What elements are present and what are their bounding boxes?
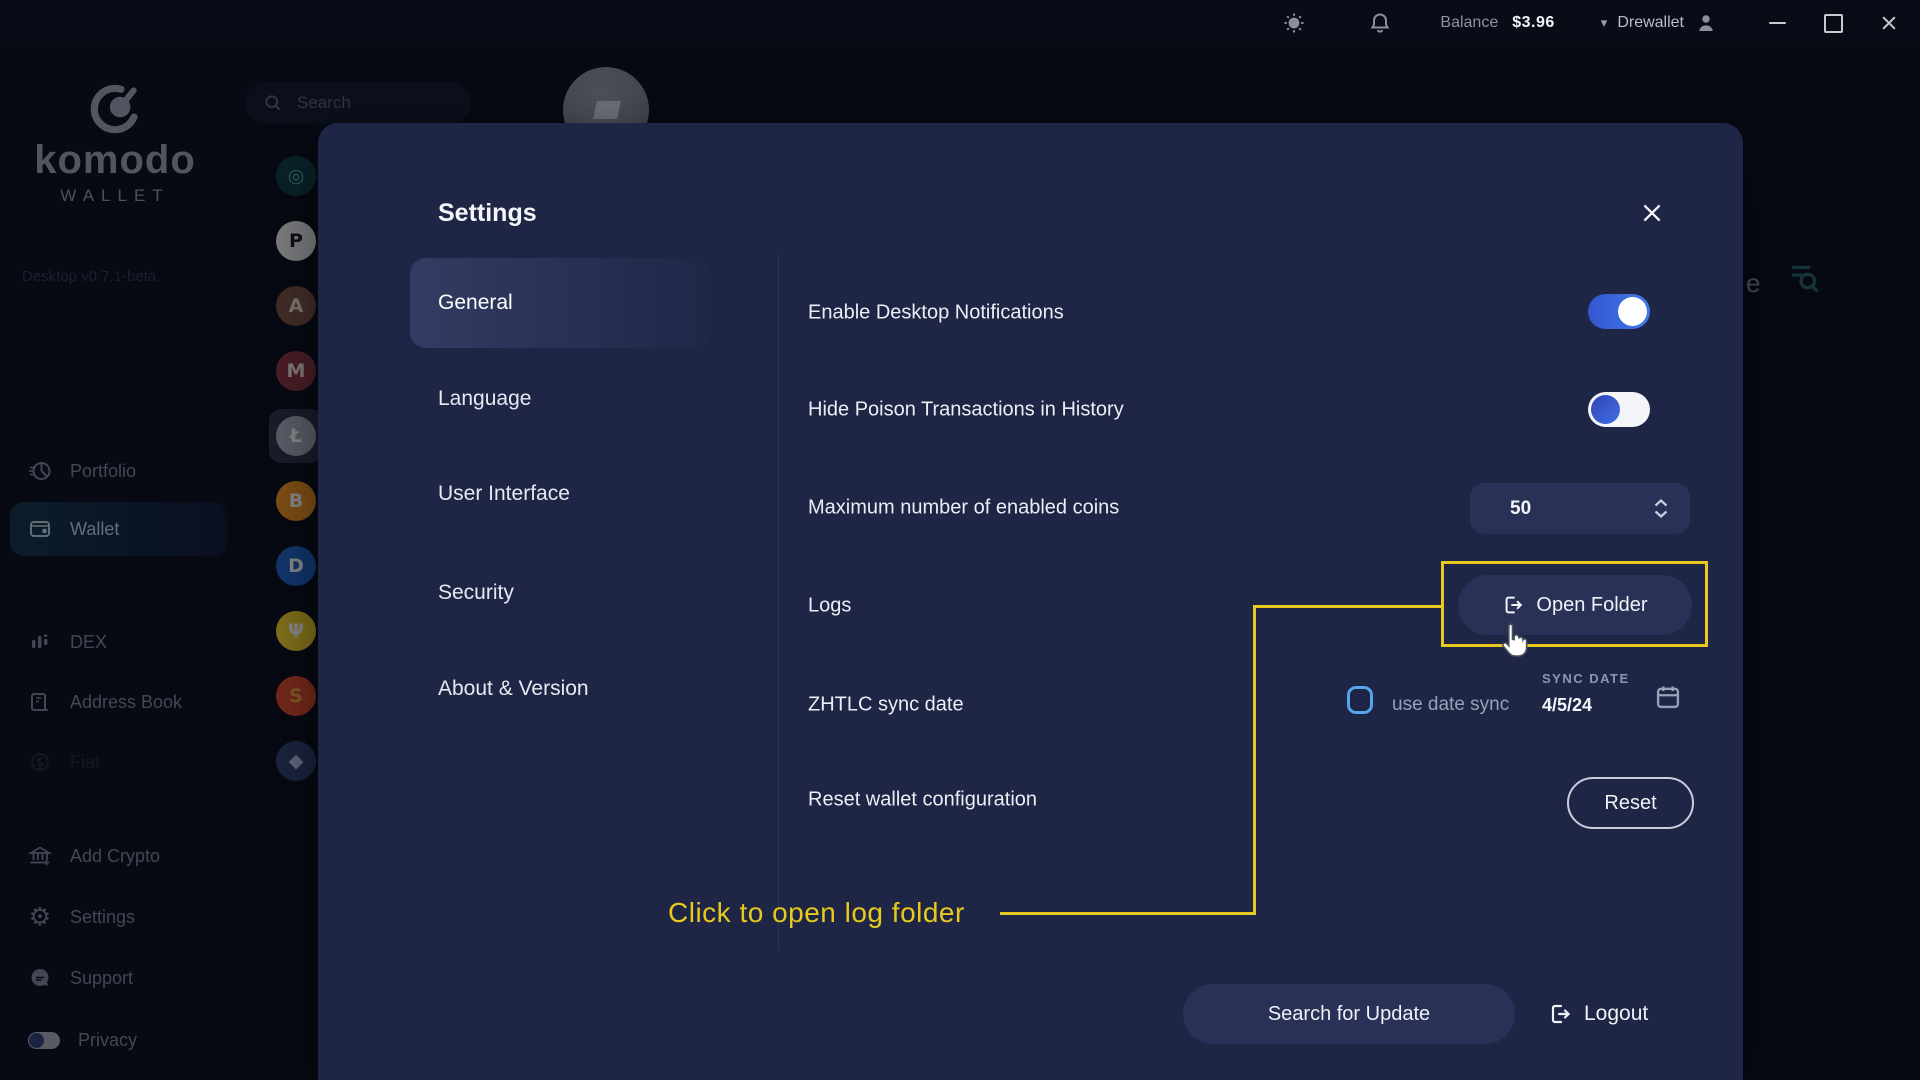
stepper-arrows[interactable]: [1654, 499, 1668, 518]
use-date-sync-checkbox[interactable]: [1347, 686, 1373, 714]
maximize-button[interactable]: [1810, 0, 1856, 46]
maximize-icon: [1823, 13, 1843, 33]
divider: [778, 253, 779, 950]
close-icon: [1882, 16, 1896, 30]
sync-date-label: SYNC DATE: [1542, 671, 1630, 686]
close-icon: [1643, 204, 1661, 222]
balance-label: Balance: [1440, 14, 1499, 31]
setting-label-notifications: Enable Desktop Notifications: [808, 301, 1064, 324]
max-coins-value: 50: [1510, 497, 1532, 519]
setting-label-zhtlc: ZHTLC sync date: [808, 693, 964, 716]
annotation-highlight-box: [1441, 561, 1708, 647]
title-bar: Balance $3.96 ▾ Drewallet: [0, 0, 1920, 46]
minimize-button[interactable]: [1754, 0, 1800, 46]
setting-label-logs: Logs: [808, 594, 852, 617]
setting-label-poison: Hide Poison Transactions in History: [808, 398, 1124, 421]
sun-icon: [1284, 13, 1304, 33]
annotation-line-horizontal-2: [1253, 605, 1441, 608]
stepper-down-icon: [1654, 510, 1668, 518]
tab-label: Language: [438, 387, 532, 410]
toggle-knob: [1618, 297, 1647, 326]
annotation-line-horizontal-1: [1000, 912, 1256, 915]
export-icon: [1551, 1004, 1571, 1024]
tab-label: About & Version: [438, 677, 589, 700]
search-for-update-button[interactable]: Search for Update: [1183, 984, 1515, 1044]
tab-general[interactable]: General: [438, 281, 738, 325]
notifications-toggle[interactable]: [1588, 294, 1650, 329]
theme-toggle-button[interactable]: [1282, 11, 1306, 35]
reset-label: Reset: [1604, 791, 1657, 814]
tab-label: Security: [438, 581, 514, 604]
annotation-line-vertical: [1253, 605, 1256, 915]
app-window: Balance $3.96 ▾ Drewallet komodo WALLET …: [0, 0, 1920, 1080]
tab-label: User Interface: [438, 482, 570, 505]
notifications-button[interactable]: [1368, 11, 1392, 35]
tab-language[interactable]: Language: [438, 377, 738, 421]
tab-label: General: [438, 291, 513, 314]
close-window-button[interactable]: [1866, 0, 1912, 46]
balance-value: $3.96: [1512, 14, 1555, 31]
bell-icon: [1371, 13, 1390, 33]
setting-label-max-coins: Maximum number of enabled coins: [808, 496, 1120, 519]
use-date-sync-label: use date sync: [1392, 694, 1510, 715]
poison-transactions-toggle[interactable]: [1588, 392, 1650, 427]
caret-down-icon[interactable]: ▾: [1601, 15, 1608, 31]
reset-button[interactable]: Reset: [1567, 777, 1694, 829]
account-name[interactable]: Drewallet: [1617, 14, 1684, 32]
logout-label: Logout: [1584, 1002, 1649, 1025]
person-icon[interactable]: [1694, 11, 1718, 35]
minimize-icon: [1768, 21, 1786, 25]
search-for-update-label: Search for Update: [1267, 1002, 1431, 1025]
tab-about-version[interactable]: About & Version: [438, 667, 738, 711]
annotation-text: Click to open log folder: [668, 897, 965, 928]
close-modal-button[interactable]: [1634, 195, 1670, 231]
sync-date-value: 4/5/24: [1542, 695, 1593, 715]
setting-label-reset: Reset wallet configuration: [808, 788, 1038, 811]
stepper-up-icon: [1654, 499, 1668, 507]
modal-title: Settings: [438, 199, 537, 227]
calendar-icon[interactable]: [1654, 683, 1682, 711]
cursor-icon: [1502, 623, 1528, 657]
max-coins-stepper[interactable]: 50: [1470, 483, 1690, 534]
toggle-knob: [1591, 395, 1620, 424]
tab-user-interface[interactable]: User Interface: [438, 472, 738, 516]
logout-button[interactable]: Logout: [1548, 984, 1648, 1044]
tab-security[interactable]: Security: [438, 571, 738, 615]
